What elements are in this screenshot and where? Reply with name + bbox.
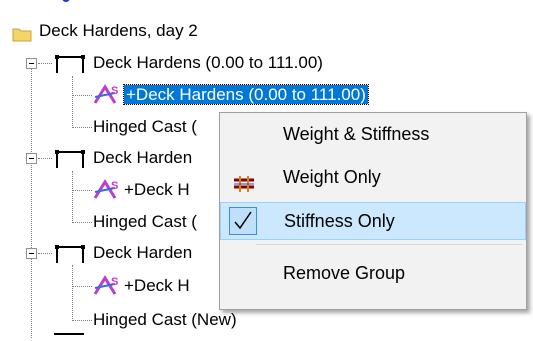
context-menu: Weight & Stiffness Weight Only Stiffness… (219, 112, 527, 310)
child-label-2[interactable]: +Deck H (124, 177, 190, 203)
tree-line (31, 58, 32, 338)
tree-line (72, 286, 92, 287)
group-label-2[interactable]: Deck Harden (93, 145, 192, 171)
svg-text:S: S (111, 276, 118, 288)
stiffness-s-icon: S (93, 178, 123, 205)
sibling-label-3[interactable]: Hinged Cast (New) (93, 307, 237, 333)
check-icon (229, 207, 257, 235)
collapse-toggle-2[interactable] (26, 153, 37, 164)
folder-icon (12, 24, 32, 50)
group-label-1[interactable]: Deck Hardens (0.00 to 111.00) (93, 50, 323, 76)
svg-text:S: S (111, 180, 118, 192)
tree-line (72, 76, 73, 128)
tree-line (72, 171, 73, 223)
group-node-icon (54, 54, 88, 79)
child-label-1[interactable]: +Deck Hardens (0.00 to 111.00) (123, 82, 369, 108)
group-node-icon (54, 244, 88, 269)
collapse-toggle-1[interactable] (26, 58, 37, 69)
tree-line (72, 222, 92, 223)
sibling-label-2[interactable]: Hinged Cast ( (93, 209, 197, 235)
tree-line (72, 127, 92, 128)
menu-separator (256, 244, 522, 245)
stiffness-s-icon: S (93, 83, 123, 110)
group-label-3[interactable]: Deck Harden (93, 240, 192, 266)
stiffness-s-icon: S (93, 274, 123, 301)
tree-line (72, 190, 92, 191)
tree-root-label: Deck Hardens, day 2 (39, 21, 198, 40)
sibling-label-1[interactable]: Hinged Cast ( (93, 114, 197, 140)
blue-dot-icon (62, 0, 70, 2)
tree-line (38, 63, 52, 64)
tree-line (72, 320, 92, 321)
tree-line (38, 158, 52, 159)
tree-line (72, 95, 92, 96)
tree-line (72, 265, 73, 321)
group-node-icon (54, 149, 88, 174)
weight-grid-icon (233, 168, 255, 206)
menu-item-stiffness-only[interactable]: Stiffness Only (220, 202, 526, 240)
top-partial-row (60, 0, 530, 4)
collapse-toggle-3[interactable] (26, 248, 37, 259)
menu-item-remove-group[interactable]: Remove Group (220, 254, 526, 292)
tree-line (38, 253, 52, 254)
group-node-icon-partial (54, 333, 84, 341)
child-label-3[interactable]: +Deck H (124, 273, 190, 299)
menu-item-weight-only[interactable]: Weight Only (220, 158, 526, 196)
svg-text:S: S (111, 85, 118, 97)
menu-item-weight-stiffness[interactable]: Weight & Stiffness (220, 115, 526, 153)
